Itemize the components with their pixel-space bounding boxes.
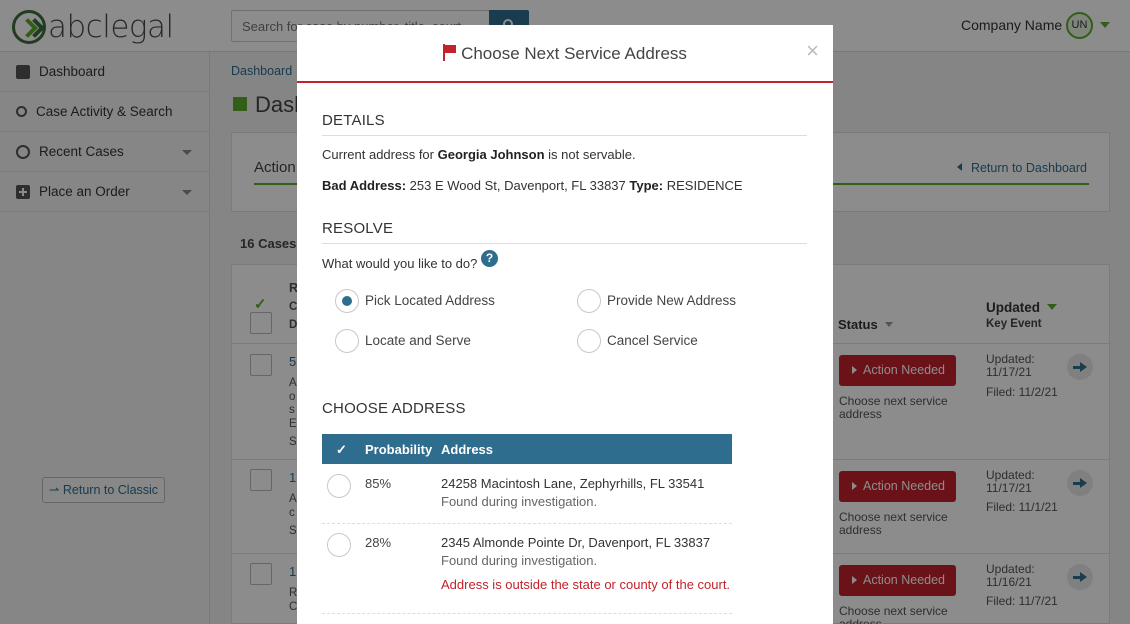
option-label[interactable]: Pick Located Address <box>365 293 495 308</box>
resolve-question: What would you like to do? <box>322 256 478 271</box>
radio-provide-new-address[interactable] <box>577 289 601 313</box>
choose-address-modal: Choose Next Service Address × DETAILS Cu… <box>297 25 833 624</box>
address-probability: 28% <box>365 535 392 550</box>
address-table-header: ✓ Probability Address <box>322 434 732 464</box>
help-icon[interactable]: ? <box>481 250 498 267</box>
address-warning: Address is outside the state or county o… <box>441 577 731 592</box>
choose-address-heading: CHOOSE ADDRESS <box>322 400 466 417</box>
type-label: Type: <box>629 178 664 193</box>
column-header-probability: Probability <box>365 442 433 457</box>
option-label[interactable]: Locate and Serve <box>365 333 471 348</box>
column-header-address: Address <box>441 442 494 457</box>
type-value: RESIDENCE <box>666 178 743 193</box>
radio-locate-and-serve[interactable] <box>335 329 359 353</box>
address-probability: 85% <box>365 476 392 491</box>
modal-title-text: Choose Next Service Address <box>461 44 687 63</box>
bad-address-text: Bad Address: 253 E Wood St, Davenport, F… <box>322 178 743 193</box>
address-radio[interactable] <box>327 474 351 498</box>
current-prefix: Current address for <box>322 147 434 162</box>
modal-header: Choose Next Service Address × <box>297 25 833 83</box>
radio-cancel-service[interactable] <box>577 329 601 353</box>
address-line: 2345 Almonde Pointe Dr, Davenport, FL 33… <box>441 535 711 550</box>
resolve-heading: RESOLVE <box>322 220 807 244</box>
current-suffix: is not servable. <box>548 147 636 162</box>
address-note: Found during investigation. <box>441 553 598 568</box>
check-icon: ✓ <box>336 442 347 457</box>
address-note: Found during investigation. <box>441 494 598 509</box>
option-label[interactable]: Cancel Service <box>607 333 698 348</box>
address-radio[interactable] <box>327 533 351 557</box>
modal-title: Choose Next Service Address <box>297 44 833 64</box>
option-label[interactable]: Provide New Address <box>607 293 736 308</box>
close-icon[interactable]: × <box>806 40 819 62</box>
bad-address-value: 253 E Wood St, Davenport, FL 33837 <box>409 178 626 193</box>
row-divider <box>322 523 732 524</box>
flag-icon <box>443 44 457 61</box>
current-address-text: Current address for Georgia Johnson is n… <box>322 147 636 162</box>
radio-pick-located-address[interactable] <box>335 289 359 313</box>
details-heading: DETAILS <box>322 112 807 136</box>
address-line: 24258 Macintosh Lane, Zephyrhills, FL 33… <box>441 476 705 491</box>
row-divider <box>322 613 732 614</box>
bad-address-label: Bad Address: <box>322 178 407 193</box>
person-name: Georgia Johnson <box>437 147 545 162</box>
